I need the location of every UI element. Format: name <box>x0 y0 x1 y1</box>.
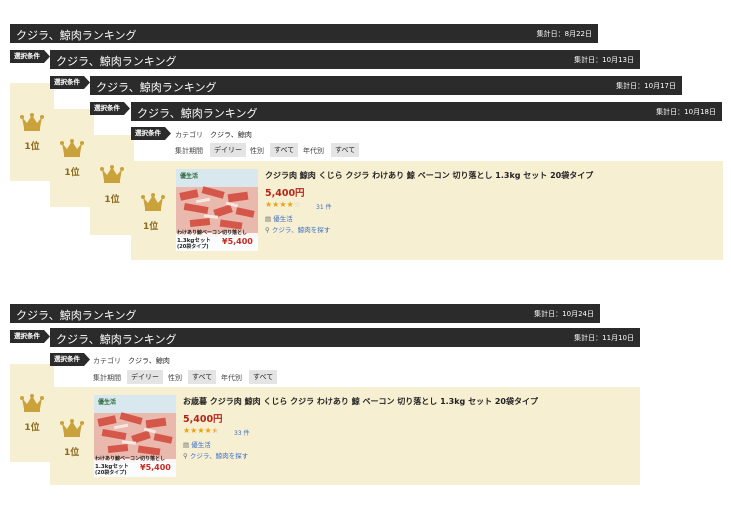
rank-column: 1位 <box>10 364 54 462</box>
filter-category-value[interactable]: クジラ、鯨肉 <box>128 356 170 366</box>
shop-link[interactable]: ▤ 優生活 <box>183 439 211 449</box>
review-count[interactable]: 33 件 <box>234 428 250 437</box>
filter-gender-label: 性別 <box>168 374 182 382</box>
rating-stars: ★★★★★★ <box>183 426 219 435</box>
filter-gender-label: 性別 <box>250 147 264 155</box>
crown-icon <box>60 139 84 157</box>
selection-tag[interactable]: 選択条件 <box>50 353 90 366</box>
filter-period-chip[interactable]: デイリー <box>127 370 163 384</box>
ranking-header-bar: クジラ、鯨肉ランキング 集計日：8月22日 <box>10 24 598 43</box>
rank-label: 1位 <box>24 142 40 152</box>
filter-age-chip[interactable]: すべて <box>249 370 278 384</box>
ranking-title: クジラ、鯨肉ランキング <box>56 333 177 346</box>
thumb-line1: わけあり鯨ベーコン切り落とし <box>95 456 166 462</box>
ranking-header-bar: クジラ、鯨肉ランキング 集計日：10月24日 <box>10 304 600 323</box>
crown-icon <box>141 193 165 211</box>
filter-category-label: カテゴリ <box>93 357 121 365</box>
product-card[interactable]: 1位 優生活 わけあり鯨ベーコン切り落とし 1.3kgセット (20袋タイプ) … <box>50 387 640 485</box>
crown-icon <box>20 113 44 131</box>
ranking-title: クジラ、鯨肉ランキング <box>96 81 217 94</box>
ranking-date: 集計日：10月18日 <box>656 108 716 116</box>
product-thumbnail[interactable]: 優生活 わけあり鯨ベーコン切り落とし 1.3kgセット (20袋タイプ) ¥5,… <box>94 395 176 477</box>
ranking-date: 集計日：8月22日 <box>536 30 592 38</box>
ranking-date: 集計日：10月24日 <box>534 310 594 318</box>
product-thumbnail[interactable]: 優生活 わけあり鯨ベーコン切り落とし 1.3kgセット (20袋タイプ) ¥5,… <box>176 169 258 251</box>
thumb-price: ¥5,400 <box>222 237 253 246</box>
filter-period-label: 集計期間 <box>93 374 121 382</box>
thumb-line3: (20袋タイプ) <box>95 470 127 476</box>
filter-period-label: 集計期間 <box>175 147 203 155</box>
selection-tag[interactable]: 選択条件 <box>131 127 171 140</box>
rank-label: 1位 <box>104 195 120 205</box>
ranking-header-bar: クジラ、鯨肉ランキング 集計日：10月17日 <box>90 76 682 95</box>
selection-tag[interactable]: 選択条件 <box>10 330 50 343</box>
crown-icon <box>20 394 44 412</box>
thumb-price: ¥5,400 <box>140 463 171 472</box>
product-name[interactable]: お歳暮 クジラ肉 鯨肉 くじら クジラ わけあり 鯨 ベーコン 切り落とし 1.… <box>183 396 538 407</box>
crown-icon <box>100 165 124 183</box>
thumb-brand: 優生活 <box>180 173 199 180</box>
filter-gender-chip[interactable]: すべて <box>188 370 217 384</box>
ranking-header-bar: クジラ、鯨肉ランキング 集計日：11月10日 <box>50 328 640 347</box>
filter-age-label: 年代別 <box>221 374 242 382</box>
filter-gender-chip[interactable]: すべて <box>270 143 299 157</box>
ranking-date: 集計日：10月17日 <box>616 82 676 90</box>
shop-name: 優生活 <box>191 441 211 449</box>
selection-tag[interactable]: 選択条件 <box>10 50 50 63</box>
rating-stars: ★★★★☆ <box>265 200 301 209</box>
ranking-date: 集計日：10月13日 <box>574 56 634 64</box>
product-price: 5,400円 <box>183 414 223 425</box>
filter-period-chip[interactable]: デイリー <box>210 143 246 157</box>
search-icon: ⚲ <box>183 452 188 460</box>
rank-column: 1位 <box>10 83 54 181</box>
shop-icon: ▤ <box>183 441 190 449</box>
search-category-link[interactable]: ⚲ クジラ、鯨肉を探す <box>183 450 248 460</box>
shop-name: 優生活 <box>273 215 293 223</box>
filter-category-value[interactable]: クジラ、鯨肉 <box>210 130 252 140</box>
ranking-date: 集計日：11月10日 <box>574 334 634 342</box>
search-category-link[interactable]: ⚲ クジラ、鯨肉を探す <box>265 224 330 234</box>
thumb-brand: 優生活 <box>98 399 117 406</box>
product-price: 5,400円 <box>265 188 305 199</box>
rank-label: 1位 <box>64 448 80 458</box>
rank-label: 1位 <box>64 168 80 178</box>
ranking-title: クジラ、鯨肉ランキング <box>16 309 137 322</box>
filter-age-label: 年代別 <box>303 147 324 155</box>
ranking-title: クジラ、鯨肉ランキング <box>16 29 137 42</box>
rank-column: 1位 <box>90 135 134 235</box>
ranking-header-bar: クジラ、鯨肉ランキング 集計日：10月13日 <box>50 50 640 69</box>
filter-age-chip[interactable]: すべて <box>331 143 360 157</box>
crown-icon <box>60 419 84 437</box>
rank-label: 1位 <box>143 222 159 232</box>
ranking-header-bar: クジラ、鯨肉ランキング 集計日：10月18日 <box>131 102 722 121</box>
rank-column: 1位 <box>50 109 94 207</box>
ranking-title: クジラ、鯨肉ランキング <box>137 107 258 120</box>
thumb-line1: わけあり鯨ベーコン切り落とし <box>177 230 248 236</box>
search-icon: ⚲ <box>265 226 270 234</box>
filter-category-label: カテゴリ <box>175 131 203 139</box>
selection-tag[interactable]: 選択条件 <box>50 76 90 89</box>
thumb-line3: (20袋タイプ) <box>177 244 209 250</box>
review-count[interactable]: 31 件 <box>316 202 332 211</box>
selection-tag[interactable]: 選択条件 <box>90 102 130 115</box>
search-link-text: クジラ、鯨肉を探す <box>271 226 331 234</box>
product-card[interactable]: 1位 優生活 わけあり鯨ベーコン切り落とし 1.3kgセット (20袋タイプ) … <box>131 161 723 260</box>
product-name[interactable]: クジラ肉 鯨肉 くじら クジラ わけあり 鯨 ベーコン 切り落とし 1.3kg … <box>265 170 593 181</box>
rank-label: 1位 <box>24 423 40 433</box>
shop-link[interactable]: ▤ 優生活 <box>265 213 293 223</box>
shop-icon: ▤ <box>265 215 272 223</box>
ranking-title: クジラ、鯨肉ランキング <box>56 55 177 68</box>
search-link-text: クジラ、鯨肉を探す <box>189 452 249 460</box>
